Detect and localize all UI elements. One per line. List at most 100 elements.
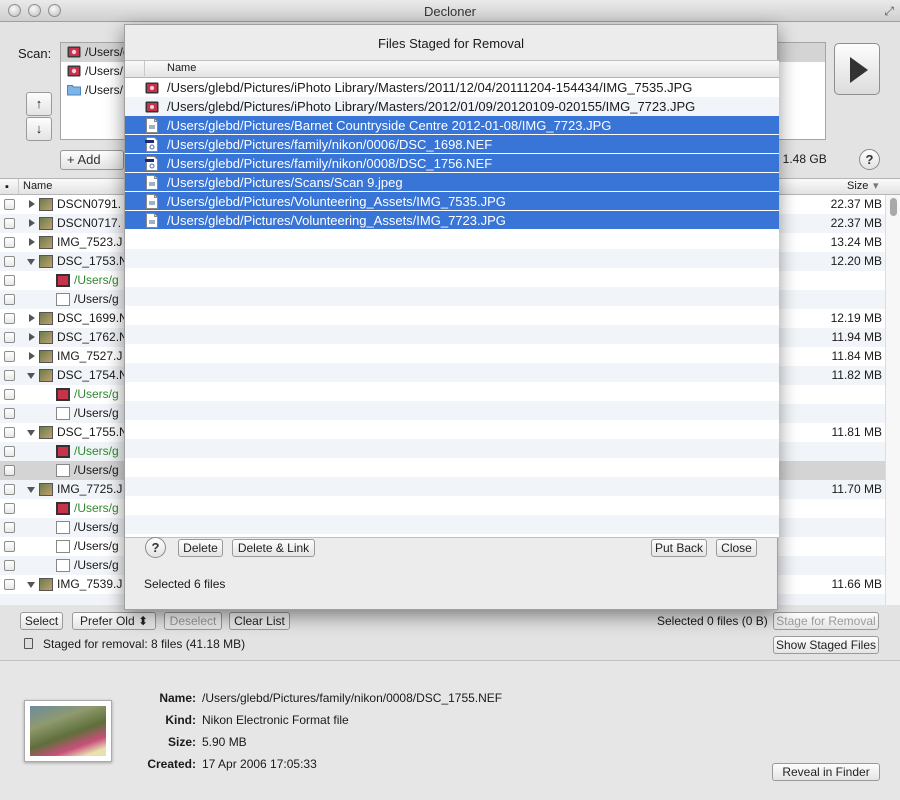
- file-name: /Users/g: [74, 387, 119, 401]
- disclosure-closed-icon[interactable]: [29, 200, 35, 208]
- staged-file-row[interactable]: [125, 268, 779, 287]
- delete-and-link-button[interactable]: Delete & Link: [232, 539, 315, 557]
- staged-file-row[interactable]: [125, 344, 779, 363]
- row-checkbox[interactable]: [4, 389, 15, 400]
- staged-file-row[interactable]: [125, 287, 779, 306]
- help-button[interactable]: ?: [859, 149, 880, 170]
- staged-file-row[interactable]: [125, 496, 779, 515]
- row-checkbox[interactable]: [4, 427, 15, 438]
- staged-file-row[interactable]: [125, 306, 779, 325]
- row-checkbox[interactable]: [4, 484, 15, 495]
- disclosure-open-icon[interactable]: [27, 430, 35, 436]
- deselect-button[interactable]: Deselect: [164, 612, 222, 630]
- disclosure-open-icon[interactable]: [27, 259, 35, 265]
- disclosure-open-icon[interactable]: [27, 373, 35, 379]
- delete-button[interactable]: Delete: [178, 539, 223, 557]
- main-scrollbar[interactable]: [885, 195, 900, 605]
- reveal-in-finder-button[interactable]: Reveal in Finder: [772, 763, 880, 781]
- start-scan-button[interactable]: [834, 43, 880, 95]
- row-checkbox[interactable]: [4, 256, 15, 267]
- scan-folder-path: /Users/: [85, 83, 124, 97]
- row-checkbox[interactable]: [4, 332, 15, 343]
- image-thumbnail-icon: [39, 217, 53, 230]
- close-button[interactable]: Close: [716, 539, 757, 557]
- size-label: Size:: [167, 735, 196, 749]
- file-name: /Users/g: [74, 520, 119, 534]
- select-button[interactable]: Select: [20, 612, 63, 630]
- file-name: DSC_1754.N: [57, 368, 124, 382]
- name-label: Name:: [159, 691, 196, 705]
- iphoto-library-icon: [67, 65, 81, 77]
- prefer-old-dropdown[interactable]: Prefer Old ⬍: [72, 612, 156, 630]
- row-checkbox[interactable]: [4, 446, 15, 457]
- staged-file-row[interactable]: [125, 439, 779, 458]
- disclosure-closed-icon[interactable]: [29, 333, 35, 341]
- staged-file-path: /Users/glebd/Pictures/Scans/Scan 9.jpeg: [167, 175, 403, 190]
- staged-file-row[interactable]: /Users/glebd/Pictures/Barnet Countryside…: [125, 116, 779, 135]
- row-checkbox[interactable]: [4, 313, 15, 324]
- staged-file-row[interactable]: /Users/glebd/Pictures/Scans/Scan 9.jpeg: [125, 173, 779, 192]
- stage-for-removal-button[interactable]: Stage for Removal: [773, 612, 879, 630]
- staged-file-row[interactable]: /Users/glebd/Pictures/iPhoto Library/Mas…: [125, 97, 779, 116]
- staged-files-table[interactable]: Name /Users/glebd/Pictures/iPhoto Librar…: [125, 60, 779, 538]
- file-icon: [56, 464, 70, 477]
- disclosure-open-icon[interactable]: [27, 582, 35, 588]
- move-up-button[interactable]: ↑: [26, 92, 52, 116]
- staged-file-row[interactable]: [125, 401, 779, 420]
- staged-file-row[interactable]: /Users/glebd/Pictures/iPhoto Library/Mas…: [125, 78, 779, 97]
- row-checkbox[interactable]: [4, 199, 15, 210]
- move-down-button[interactable]: ↓: [26, 117, 52, 141]
- row-checkbox[interactable]: [4, 218, 15, 229]
- put-back-button[interactable]: Put Back: [651, 539, 707, 557]
- add-folder-button[interactable]: + Add: [60, 150, 124, 170]
- row-checkbox[interactable]: [4, 275, 15, 286]
- staged-file-row[interactable]: [125, 363, 779, 382]
- row-checkbox[interactable]: [4, 503, 15, 514]
- scan-folder-path: /Users/: [85, 64, 124, 78]
- staged-file-row[interactable]: /Users/glebd/Pictures/family/nikon/0006/…: [125, 135, 779, 154]
- disclosure-closed-icon[interactable]: [29, 314, 35, 322]
- image-thumbnail-icon: [39, 236, 53, 249]
- image-thumbnail-icon: [39, 331, 53, 344]
- staged-file-row[interactable]: [125, 477, 779, 496]
- row-checkbox[interactable]: [4, 465, 15, 476]
- disclosure-open-icon[interactable]: [27, 487, 35, 493]
- scroll-thumb[interactable]: [890, 198, 897, 216]
- staged-file-row[interactable]: /Users/glebd/Pictures/family/nikon/0008/…: [125, 154, 779, 173]
- staged-table-header: Name: [125, 61, 779, 78]
- trash-column-icon[interactable]: ▪: [5, 180, 9, 195]
- sheet-help-button[interactable]: ?: [145, 537, 166, 558]
- row-checkbox[interactable]: [4, 541, 15, 552]
- row-checkbox[interactable]: [4, 370, 15, 381]
- fullscreen-icon[interactable]: ⤢: [884, 4, 894, 19]
- row-checkbox[interactable]: [4, 408, 15, 419]
- row-checkbox[interactable]: [4, 237, 15, 248]
- row-checkbox[interactable]: [4, 522, 15, 533]
- staged-file-row[interactable]: [125, 420, 779, 439]
- staged-file-row[interactable]: /Users/glebd/Pictures/Volunteering_Asset…: [125, 211, 779, 230]
- name-column-header[interactable]: Name: [167, 61, 196, 76]
- staged-file-row[interactable]: [125, 382, 779, 401]
- staged-file-row[interactable]: [125, 458, 779, 477]
- row-checkbox[interactable]: [4, 579, 15, 590]
- staged-file-row[interactable]: [125, 249, 779, 268]
- row-checkbox[interactable]: [4, 294, 15, 305]
- staged-file-row[interactable]: /Users/glebd/Pictures/Volunteering_Asset…: [125, 192, 779, 211]
- name-column-header[interactable]: Name: [23, 179, 52, 194]
- file-name: /Users/g: [74, 273, 119, 287]
- size-column-header[interactable]: Size: [847, 179, 868, 194]
- raw-file-icon: [145, 156, 159, 171]
- disclosure-closed-icon[interactable]: [29, 352, 35, 360]
- disclosure-closed-icon[interactable]: [29, 219, 35, 227]
- staged-file-row[interactable]: [125, 515, 779, 534]
- staged-file-row[interactable]: [125, 230, 779, 249]
- file-size: 11.81 MB: [831, 425, 882, 439]
- disclosure-closed-icon[interactable]: [29, 238, 35, 246]
- sheet-title: Files Staged for Removal: [378, 36, 524, 51]
- row-checkbox[interactable]: [4, 351, 15, 362]
- show-staged-files-button[interactable]: Show Staged Files: [773, 636, 879, 654]
- iphoto-icon: [56, 274, 70, 287]
- clear-list-button[interactable]: Clear List: [229, 612, 290, 630]
- staged-file-row[interactable]: [125, 325, 779, 344]
- row-checkbox[interactable]: [4, 560, 15, 571]
